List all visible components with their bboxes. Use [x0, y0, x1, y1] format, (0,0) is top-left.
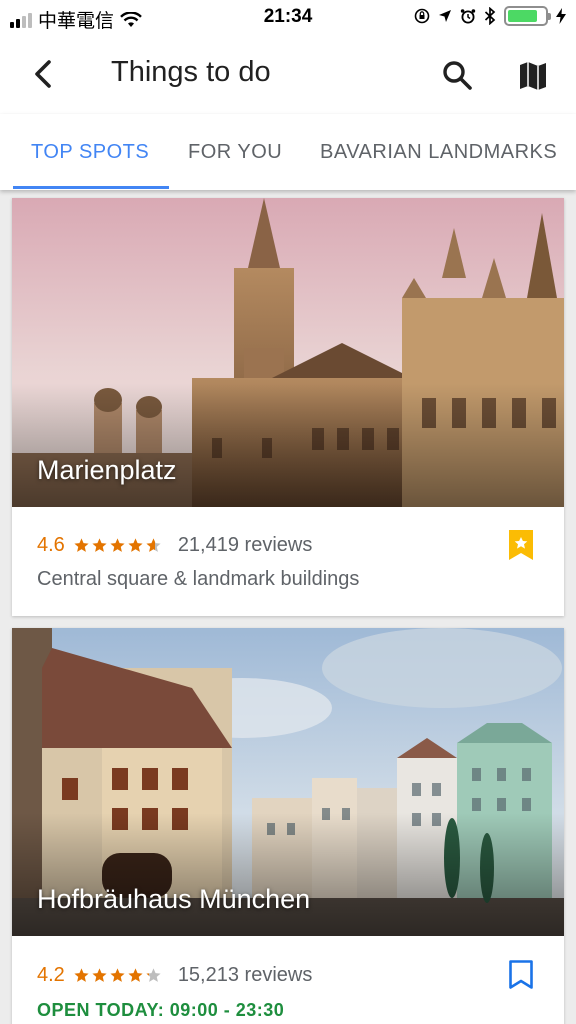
star-rating: [73, 537, 162, 554]
place-card[interactable]: Hofbräuhaus München 4.2 15,213 reviews O…: [12, 628, 564, 1024]
orientation-lock-icon: [414, 8, 430, 24]
battery-icon: [504, 6, 551, 26]
review-count: 15,213 reviews: [177, 964, 313, 986]
star-icon: [146, 538, 161, 552]
search-button[interactable]: [438, 56, 478, 96]
star-icon: [92, 538, 107, 552]
charging-icon: [556, 8, 566, 24]
tab-top-spots[interactable]: TOP SPOTS: [31, 141, 149, 164]
rating-value: 4.2: [37, 964, 65, 986]
rating-row: 4.6 21,419 reviews: [37, 534, 312, 557]
bluetooth-icon: [484, 7, 496, 25]
map-button[interactable]: [513, 56, 553, 96]
tab-for-you[interactable]: FOR YOU: [188, 141, 282, 164]
back-button[interactable]: [26, 54, 66, 94]
status-bar-right: [414, 6, 566, 26]
star-icon: [128, 538, 143, 552]
star-icon: [110, 968, 125, 982]
star-icon: [110, 538, 125, 552]
place-name: Hofbräuhaus München: [37, 884, 311, 914]
tab-bar: TOP SPOTS FOR YOU BAVARIAN LANDMARKS: [0, 114, 576, 190]
bookmark-saved-icon[interactable]: [508, 529, 534, 561]
bookmark-outline-icon[interactable]: [508, 959, 534, 991]
place-card[interactable]: Marienplatz 4.6 21,419 reviews Central s…: [12, 198, 564, 616]
status-bar: 中華電信 21:34: [0, 0, 576, 36]
place-description: Central square & landmark buildings: [37, 568, 360, 590]
page-title: Things to do: [111, 56, 271, 88]
star-rating: [73, 967, 162, 984]
star-icon: [146, 968, 161, 982]
rating-value: 4.6: [37, 534, 65, 556]
star-icon: [74, 968, 89, 982]
opening-hours: OPEN TODAY: 09:00 - 23:30: [37, 1000, 285, 1020]
active-tab-indicator: [13, 186, 169, 189]
search-icon: [443, 61, 472, 90]
place-name: Marienplatz: [37, 455, 177, 485]
alarm-icon: [460, 9, 476, 24]
rating-row: 4.2 15,213 reviews: [37, 964, 312, 987]
back-arrow-icon: [35, 60, 51, 88]
star-icon: [92, 968, 107, 982]
tab-bavarian-landmarks[interactable]: BAVARIAN LANDMARKS: [320, 141, 557, 164]
review-count: 21,419 reviews: [177, 534, 313, 556]
app-bar: Things to do: [0, 36, 576, 114]
star-icon: [128, 968, 143, 982]
star-icon: [74, 538, 89, 552]
map-icon: [520, 62, 546, 90]
location-arrow-icon: [439, 10, 451, 22]
